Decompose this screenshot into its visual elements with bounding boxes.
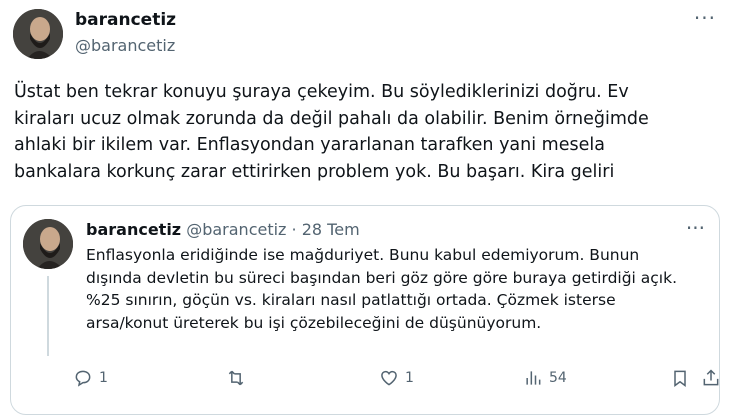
reply-button[interactable]: 1 — [73, 363, 108, 393]
reply-author-name[interactable]: barancetiz — [86, 220, 181, 239]
retweet-icon — [228, 370, 244, 386]
like-count: 1 — [405, 370, 414, 386]
like-icon — [381, 370, 397, 386]
tweet-text-line: Üstat ben tekrar konuyu şuraya çekeyim. … — [14, 82, 629, 102]
tweet-text-line: kiraları ucuz olmak zorunda da değil pah… — [14, 108, 649, 129]
share-icon — [703, 369, 719, 386]
author-name[interactable]: barancetiz — [75, 10, 176, 30]
action-bar: 1 1 54 — [73, 363, 719, 393]
separator-dot: · — [291, 220, 297, 239]
reply-text-line: Enflasyonla eridiğinde ise mağduriyet. B… — [86, 246, 640, 264]
like-button[interactable]: 1 — [379, 363, 414, 393]
more-options-icon[interactable]: ··· — [686, 216, 705, 240]
reply-avatar[interactable] — [23, 219, 73, 269]
more-options-icon[interactable]: ··· — [694, 6, 716, 30]
reply-text-line: %25 sınırın, göçün vs. kiraları nasıl pa… — [86, 291, 616, 309]
share-button[interactable] — [701, 363, 721, 393]
reply-text-line: arsa/konut üreterek bu işi çözebileceğin… — [86, 313, 542, 332]
avatar-image — [13, 9, 63, 59]
avatar[interactable] — [13, 9, 63, 59]
reply-text-line: dışında devletin bu süreci başından beri… — [86, 268, 678, 287]
views-button[interactable]: 54 — [523, 363, 567, 393]
tweet-text-line: bankalara korkunç zarar ettirirken probl… — [14, 161, 615, 182]
reply-tweet-card[interactable]: barancetiz @barancetiz · 28 Tem ··· Enfl… — [10, 205, 720, 415]
bookmark-icon — [674, 370, 686, 387]
reply-header: barancetiz @barancetiz · 28 Tem — [86, 220, 360, 239]
views-icon — [526, 371, 541, 385]
views-count: 54 — [549, 370, 567, 386]
reply-count: 1 — [99, 370, 108, 386]
author-handle[interactable]: @barancetiz — [75, 36, 175, 55]
retweet-button[interactable] — [226, 363, 252, 393]
reply-author-handle[interactable]: @barancetiz — [186, 220, 286, 239]
reply-date[interactable]: 28 Tem — [302, 220, 360, 239]
reply-text: Enflasyonla eridiğinde ise mağduriyet. B… — [86, 244, 716, 334]
reply-icon — [75, 370, 91, 387]
thread-line — [47, 276, 49, 356]
bookmark-button[interactable] — [670, 363, 690, 393]
avatar-image — [23, 219, 73, 269]
tweet-text-line: ahlaki bir ikilem var. Enflasyondan yara… — [14, 135, 605, 156]
tweet-text: Üstat ben tekrar konuyu şuraya çekeyim. … — [14, 79, 719, 185]
